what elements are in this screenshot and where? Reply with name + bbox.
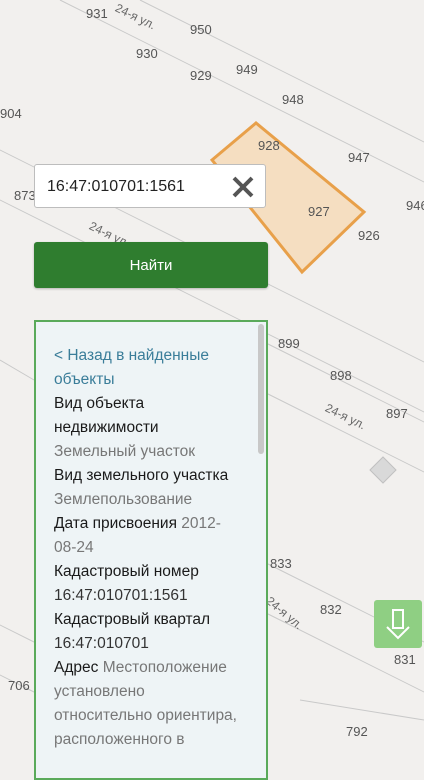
parcel-number: 948 — [282, 92, 304, 107]
parcel-number: 899 — [278, 336, 300, 351]
search-box — [34, 164, 266, 208]
parcel-number: 904 — [0, 106, 22, 121]
field-label: Вид земельного участка — [54, 467, 229, 484]
arrow-down-icon — [386, 609, 410, 640]
parcel-number: 832 — [320, 602, 342, 617]
field-label: Дата присвоения — [54, 515, 177, 532]
field-label: Кадастровый квартал — [54, 611, 211, 628]
parcel-number: 831 — [394, 652, 416, 667]
parcel-number: 947 — [348, 150, 370, 165]
building-marker — [369, 456, 397, 484]
parcel-number: 833 — [270, 556, 292, 571]
field-value: Землепользование — [54, 491, 193, 508]
parcel-number: 926 — [358, 228, 380, 243]
scrollbar[interactable] — [258, 324, 264, 454]
info-field: Вид объекта недвижимости Земельный участ… — [54, 392, 242, 464]
find-button[interactable]: Найти — [34, 242, 268, 288]
parcel-number: 706 — [8, 678, 30, 693]
parcel-number: 930 — [136, 46, 158, 61]
info-field: Кадастровый квартал 16:47:010701 — [54, 608, 242, 656]
info-field: Вид земельного участка Землепользование — [54, 464, 242, 512]
parcel-number: 929 — [190, 68, 212, 83]
parcel-number: 898 — [330, 368, 352, 383]
field-label: Кадастровый номер — [54, 563, 199, 580]
field-label: Адрес — [54, 659, 99, 676]
back-to-results-link[interactable]: < Назад в найденные объекты — [54, 344, 242, 392]
field-label: Вид объекта недвижимости — [54, 395, 159, 436]
parcel-number: 949 — [236, 62, 258, 77]
parcel-number: 927 — [308, 204, 330, 219]
parcel-number: 950 — [190, 22, 212, 37]
parcel-number: 928 — [258, 138, 280, 153]
info-field: Дата присвоения 2012-08-24 — [54, 512, 242, 560]
info-field: Кадастровый номер 16:47:010701:1561 — [54, 560, 242, 608]
scroll-down-button[interactable] — [374, 600, 422, 648]
info-field: Адрес Местоположение установлено относит… — [54, 656, 242, 752]
parcel-number: 873 — [14, 188, 36, 203]
field-value: 16:47:010701 — [54, 635, 149, 652]
parcel-number: 931 — [86, 6, 108, 21]
info-panel: < Назад в найденные объекты Вид объекта … — [34, 320, 268, 780]
parcel-number: 897 — [386, 406, 408, 421]
close-icon[interactable] — [229, 173, 257, 201]
parcel-number: 792 — [346, 724, 368, 739]
field-value: 16:47:010701:1561 — [54, 587, 188, 604]
search-input[interactable] — [45, 175, 229, 199]
field-value: Земельный участок — [54, 443, 196, 460]
parcel-number: 946 — [406, 198, 424, 213]
